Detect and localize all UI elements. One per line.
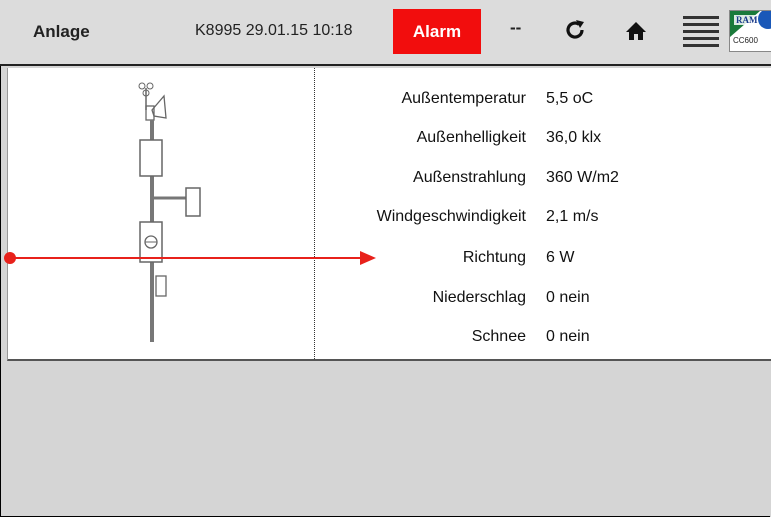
status-placeholder: -- xyxy=(510,18,522,37)
page-title: Anlage xyxy=(33,22,90,41)
sensor-value: 36,0 klx xyxy=(546,129,602,146)
logo-model: CC600 xyxy=(733,36,758,45)
top-bar: Anlage K8995 29.01.15 10:18 Alarm -- RAM… xyxy=(0,0,771,66)
refresh-icon[interactable] xyxy=(563,18,587,42)
sensor-row-brightness: Außenhelligkeit 36,0 klx xyxy=(8,129,771,151)
sensor-row-wind-speed: Windgeschwindigkeit 2,1 m/s xyxy=(8,208,771,230)
sensor-label: Niederschlag xyxy=(432,289,526,306)
sensor-label: Außenstrahlung xyxy=(413,169,526,186)
sensor-value: 360 W/m2 xyxy=(546,169,619,186)
sensor-value: 0 nein xyxy=(546,289,590,306)
sensor-row-temperature: Außentemperatur 5,5 oC xyxy=(8,90,771,112)
logo-brand: RAM xyxy=(736,15,758,25)
weather-station-panel: Außentemperatur 5,5 oC Außenhelligkeit 3… xyxy=(7,68,771,361)
sensor-value: 0 nein xyxy=(546,328,590,345)
annotation-arrow-icon xyxy=(4,251,376,265)
sensor-row-precipitation: Niederschlag 0 nein xyxy=(8,289,771,311)
home-icon[interactable] xyxy=(625,20,647,42)
logo-icon: RAM CC600 xyxy=(729,10,771,52)
sensor-row-snow: Schnee 0 nein xyxy=(8,328,771,350)
sensor-value: 6 W xyxy=(546,249,575,266)
sensor-label: Windgeschwindigkeit xyxy=(376,208,526,225)
alarm-button[interactable]: Alarm xyxy=(393,9,481,54)
sensor-label: Schnee xyxy=(471,328,526,345)
sensor-label: Außenhelligkeit xyxy=(416,129,526,146)
sensor-row-radiation: Außenstrahlung 360 W/m2 xyxy=(8,169,771,191)
sensor-value: 5,5 oC xyxy=(546,90,594,107)
menu-icon[interactable] xyxy=(682,12,720,50)
sensor-label: Außentemperatur xyxy=(401,90,526,107)
sensor-value: 2,1 m/s xyxy=(546,208,599,225)
device-datetime: K8995 29.01.15 10:18 xyxy=(195,22,353,39)
